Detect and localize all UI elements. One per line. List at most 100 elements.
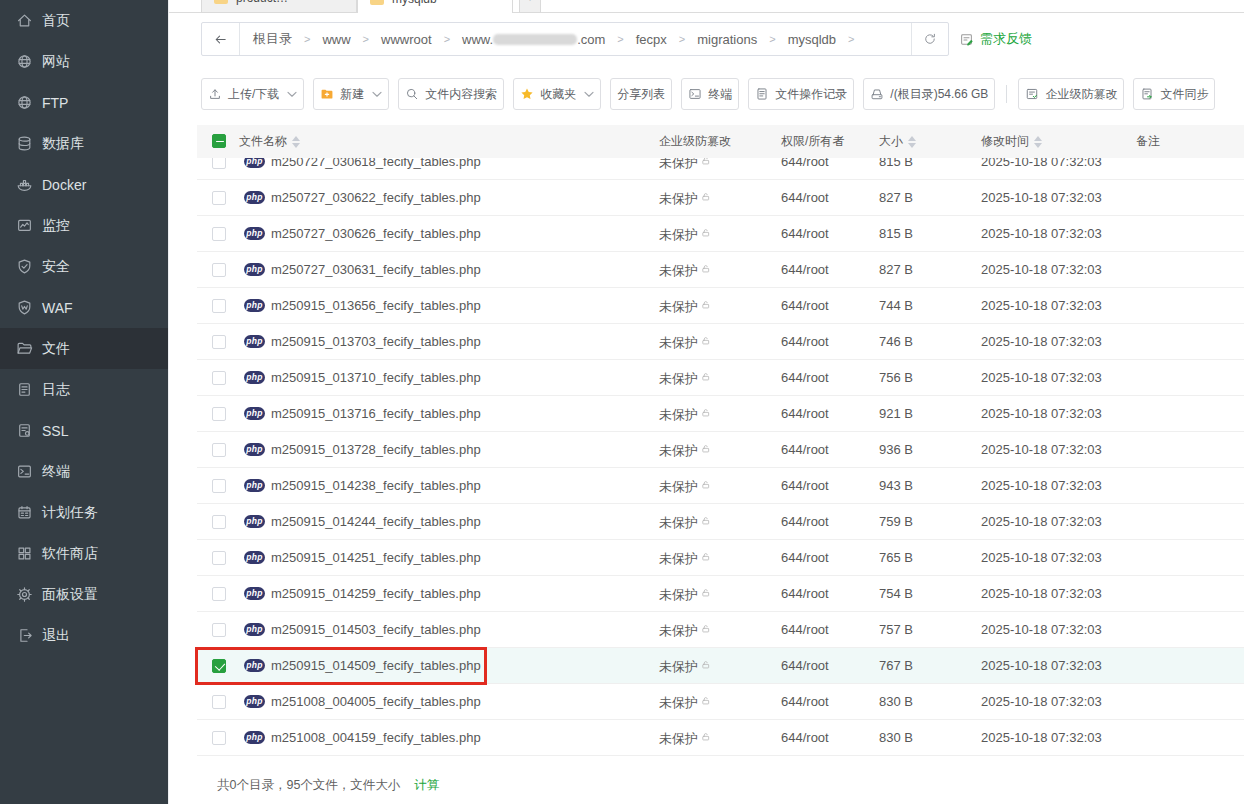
row-checkbox[interactable] (212, 263, 226, 277)
row-checkbox[interactable] (212, 479, 226, 493)
sidebar-item-label: WAF (42, 300, 73, 316)
file-name[interactable]: m250915_014509_fecify_tables.php (271, 648, 481, 683)
row-checkbox[interactable] (212, 371, 226, 385)
table-row[interactable]: phpm250915_014503_fecify_tables.php未保护64… (197, 612, 1244, 648)
row-checkbox[interactable] (212, 443, 226, 457)
file-name[interactable]: m250915_014259_fecify_tables.php (271, 576, 481, 611)
database-icon (16, 135, 33, 152)
table-row[interactable]: phpm250915_013703_fecify_tables.php未保护64… (197, 324, 1244, 360)
table-row[interactable]: phpm250915_013728_fecify_tables.php未保护64… (197, 432, 1244, 468)
row-checkbox[interactable] (212, 335, 226, 349)
file-name[interactable]: m250915_013728_fecify_tables.php (271, 432, 481, 467)
protect-status[interactable]: 未保护 (659, 540, 713, 576)
sidebar-item-website[interactable]: 网站 (0, 41, 168, 82)
table-row[interactable]: phpm250727_030622_fecify_tables.php未保护64… (197, 180, 1244, 216)
file-name[interactable]: m251008_004159_fecify_tables.php (271, 720, 481, 755)
column-header-mtime[interactable]: 修改时间 (981, 125, 1042, 158)
file-name[interactable]: m250915_013716_fecify_tables.php (271, 396, 481, 431)
table-row[interactable]: phpm250915_013716_fecify_tables.php未保护64… (197, 396, 1244, 432)
sort-icon-name[interactable] (292, 136, 300, 148)
column-header-tamper[interactable]: 企业级防篡改 (659, 125, 731, 158)
calc-size-link[interactable]: 计算 (414, 777, 439, 794)
row-checkbox[interactable] (212, 731, 226, 745)
protect-status[interactable]: 未保护 (659, 684, 713, 720)
protect-status[interactable]: 未保护 (659, 720, 713, 756)
protect-status[interactable]: 未保护 (659, 468, 713, 504)
sidebar-item-security[interactable]: 安全 (0, 246, 168, 287)
sidebar-item-cron[interactable]: 计划任务 (0, 492, 168, 533)
file-size: 756 B (879, 360, 913, 395)
row-checkbox[interactable] (212, 191, 226, 205)
protect-status[interactable]: 未保护 (659, 252, 713, 288)
sidebar-item-appstore[interactable]: 软件商店 (0, 533, 168, 574)
table-row[interactable]: phpm250915_013710_fecify_tables.php未保护64… (197, 360, 1244, 396)
table-row[interactable]: phpm250727_030626_fecify_tables.php未保护64… (197, 216, 1244, 252)
sidebar-item-waf[interactable]: WAF (0, 287, 168, 328)
file-name[interactable]: m250727_030622_fecify_tables.php (271, 180, 481, 215)
sidebar-item-logs[interactable]: 日志 (0, 369, 168, 410)
row-checkbox[interactable] (212, 551, 226, 565)
protect-status[interactable]: 未保护 (659, 216, 713, 252)
file-name[interactable]: m251008_004005_fecify_tables.php (271, 684, 481, 719)
row-checkbox[interactable] (212, 695, 226, 709)
file-name[interactable]: m250915_013710_fecify_tables.php (271, 360, 481, 395)
sidebar-item-files[interactable]: 文件 (0, 328, 168, 369)
table-row[interactable]: phpm250915_014509_fecify_tables.php未保护64… (197, 648, 1244, 684)
sidebar-item-logout[interactable]: 退出 (0, 615, 168, 656)
file-name[interactable]: m250915_014503_fecify_tables.php (271, 612, 481, 647)
tab-mysqldb[interactable]: mysqldb (357, 0, 513, 13)
protect-status[interactable]: 未保护 (659, 648, 713, 684)
sidebar-item-ftp[interactable]: FTP (0, 82, 168, 123)
unlock-icon (701, 480, 713, 492)
sort-icon-size[interactable] (908, 136, 916, 148)
table-row[interactable]: phpm250915_014238_fecify_tables.php未保护64… (197, 468, 1244, 504)
terminal-icon (16, 463, 33, 480)
file-name[interactable]: m250915_013656_fecify_tables.php (271, 288, 481, 323)
table-row[interactable]: phpm250915_014251_fecify_tables.php未保护64… (197, 540, 1244, 576)
row-checkbox[interactable] (212, 623, 226, 637)
row-checkbox[interactable] (212, 299, 226, 313)
protect-status[interactable]: 未保护 (659, 576, 713, 612)
column-header-note[interactable]: 备注 (1136, 125, 1160, 158)
sidebar-item-monitor[interactable]: 监控 (0, 205, 168, 246)
file-name[interactable]: m250727_030626_fecify_tables.php (271, 216, 481, 251)
table-row[interactable]: phpm251008_004005_fecify_tables.php未保护64… (197, 684, 1244, 720)
protect-status[interactable]: 未保护 (659, 504, 713, 540)
protect-status[interactable]: 未保护 (659, 396, 713, 432)
row-checkbox[interactable] (212, 227, 226, 241)
column-header-perm[interactable]: 权限/所有者 (781, 125, 844, 158)
file-name[interactable]: m250915_014251_fecify_tables.php (271, 540, 481, 575)
table-row[interactable]: phpm250727_030631_fecify_tables.php未保护64… (197, 252, 1244, 288)
sidebar-item-docker[interactable]: Docker (0, 164, 168, 205)
table-row[interactable]: phpm251008_004159_fecify_tables.php未保护64… (197, 720, 1244, 756)
row-checkbox[interactable] (212, 659, 226, 673)
protect-status[interactable]: 未保护 (659, 288, 713, 324)
sidebar-item-panel-settings[interactable]: 面板设置 (0, 574, 168, 615)
select-all-checkbox[interactable] (212, 134, 226, 148)
file-mtime: 2025-10-18 07:32:03 (981, 576, 1102, 611)
column-header-size[interactable]: 大小 (879, 125, 916, 158)
row-checkbox[interactable] (212, 515, 226, 529)
file-name[interactable]: m250915_014244_fecify_tables.php (271, 504, 481, 539)
sort-icon-mtime[interactable] (1034, 136, 1042, 148)
sidebar-item-home[interactable]: 首页 (0, 0, 168, 41)
file-name[interactable]: m250915_014238_fecify_tables.php (271, 468, 481, 503)
protect-status[interactable]: 未保护 (659, 612, 713, 648)
sidebar-item-database[interactable]: 数据库 (0, 123, 168, 164)
sidebar-item-ssl[interactable]: SSL (0, 410, 168, 451)
sidebar-item-terminal[interactable]: 终端 (0, 451, 168, 492)
column-header-name[interactable]: 文件名称 (239, 125, 300, 158)
protect-status[interactable]: 未保护 (659, 324, 713, 360)
row-checkbox[interactable] (212, 407, 226, 421)
php-file-icon: php (244, 479, 265, 492)
table-row[interactable]: phpm250915_014244_fecify_tables.php未保护64… (197, 504, 1244, 540)
protect-status[interactable]: 未保护 (659, 360, 713, 396)
file-name[interactable]: m250915_013703_fecify_tables.php (271, 324, 481, 359)
file-name[interactable]: m250727_030631_fecify_tables.php (271, 252, 481, 287)
footer-stats-text: 共0个目录，95个文件，文件大小 (217, 777, 400, 794)
row-checkbox[interactable] (212, 587, 226, 601)
protect-status[interactable]: 未保护 (659, 180, 713, 216)
table-row[interactable]: phpm250915_014259_fecify_tables.php未保护64… (197, 576, 1244, 612)
table-row[interactable]: phpm250915_013656_fecify_tables.php未保护64… (197, 288, 1244, 324)
protect-status[interactable]: 未保护 (659, 432, 713, 468)
